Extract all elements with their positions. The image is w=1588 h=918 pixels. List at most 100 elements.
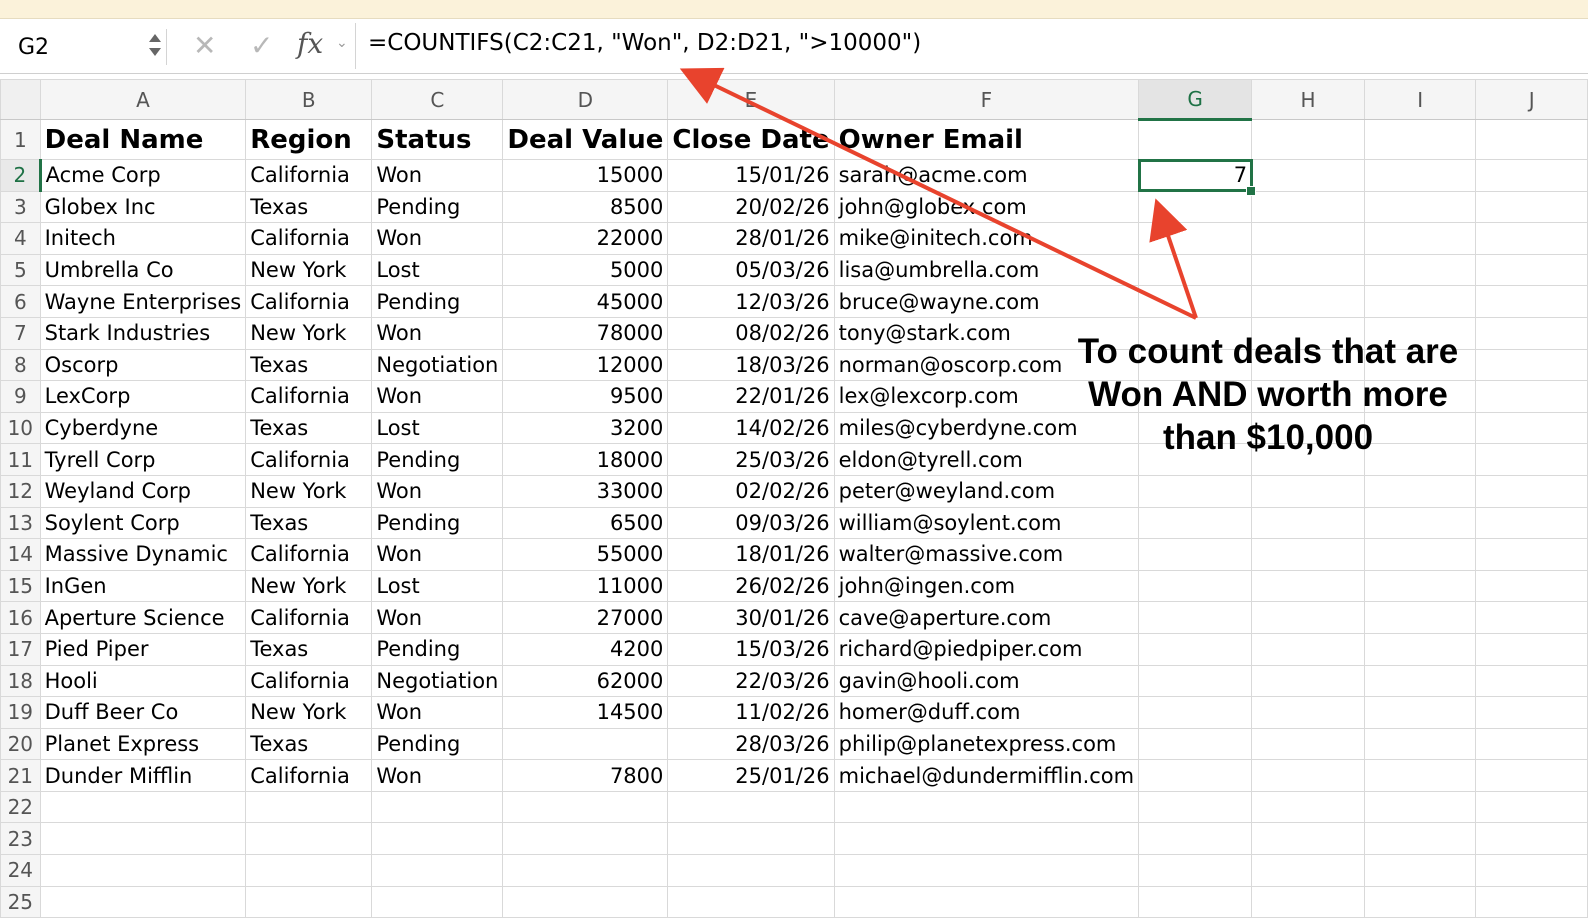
cell-close-date[interactable]: 26/02/26	[667, 569, 835, 603]
cell-deal-name[interactable]: Massive Dynamic	[39, 538, 247, 571]
cell-deal-value[interactable]: 5000	[502, 253, 669, 287]
cell-owner-email[interactable]: lisa@umbrella.com	[833, 253, 1140, 287]
cell-deal-name[interactable]: Planet Express	[39, 727, 247, 761]
cell-region[interactable]: California	[245, 159, 373, 192]
cell[interactable]	[1363, 727, 1477, 761]
column-header-c[interactable]: C	[371, 79, 504, 120]
cell-deal-value[interactable]: 12000	[502, 348, 669, 382]
row-header[interactable]: 1	[0, 119, 41, 160]
cell-deal-value[interactable]: 6500	[502, 506, 669, 540]
cell[interactable]	[1363, 190, 1477, 224]
cell-owner-email[interactable]: mike@initech.com	[833, 222, 1140, 255]
cell[interactable]	[1251, 790, 1365, 824]
cell-status[interactable]: Lost	[371, 253, 504, 287]
cell-status[interactable]: Won	[371, 380, 504, 413]
cell[interactable]	[1251, 854, 1365, 887]
cell[interactable]	[1138, 854, 1253, 887]
cell-owner-email[interactable]: michael@dundermifflin.com	[833, 759, 1140, 792]
cell[interactable]	[1363, 285, 1477, 318]
name-box[interactable]: G2	[0, 29, 167, 65]
cell[interactable]	[1475, 380, 1588, 413]
cell-close-date[interactable]: 15/03/26	[667, 632, 835, 666]
cell[interactable]	[1363, 854, 1477, 887]
cell[interactable]	[833, 822, 1140, 856]
cell-region[interactable]: California	[245, 443, 373, 476]
cell[interactable]	[1138, 569, 1253, 603]
cell[interactable]	[1475, 822, 1588, 856]
cell-status[interactable]: Lost	[371, 569, 504, 603]
cell-region[interactable]: Texas	[245, 348, 373, 382]
cell[interactable]	[245, 790, 373, 824]
row-header[interactable]: 19	[0, 696, 41, 729]
cell[interactable]	[1138, 253, 1253, 287]
formula-input[interactable]: =COUNTIFS(C2:C21, "Won", D2:D21, ">10000…	[368, 30, 921, 56]
cell-deal-value[interactable]	[502, 727, 669, 761]
cell[interactable]	[1138, 759, 1253, 792]
cell[interactable]	[1138, 885, 1253, 918]
cell[interactable]	[1475, 885, 1588, 918]
cell-close-date[interactable]: 28/03/26	[667, 727, 835, 761]
cell[interactable]	[1475, 538, 1588, 571]
row-header[interactable]: 2	[0, 159, 42, 192]
cell-status[interactable]: Won	[371, 316, 504, 350]
cell-region[interactable]: California	[245, 538, 373, 571]
cell-deal-name[interactable]: Duff Beer Co	[39, 696, 247, 729]
cell[interactable]	[1475, 569, 1588, 603]
row-header[interactable]: 12	[0, 474, 41, 508]
row-header[interactable]: 6	[0, 285, 41, 318]
cell-owner-email[interactable]: bruce@wayne.com	[833, 285, 1140, 318]
column-header-f[interactable]: F	[833, 79, 1140, 120]
cell[interactable]	[39, 854, 247, 887]
column-header-i[interactable]: I	[1363, 79, 1477, 120]
row-header[interactable]: 16	[0, 601, 41, 634]
cell[interactable]	[245, 822, 373, 856]
column-header-e[interactable]: E	[667, 79, 835, 120]
cell-close-date[interactable]: 22/01/26	[667, 380, 835, 413]
cell[interactable]	[245, 885, 373, 918]
cell[interactable]	[1475, 190, 1588, 224]
cancel-formula-icon[interactable]: ✕	[193, 29, 216, 62]
header-status[interactable]: Status	[371, 119, 504, 160]
cell-status[interactable]: Lost	[371, 411, 504, 445]
cell[interactable]	[1138, 790, 1253, 824]
row-header[interactable]: 15	[0, 569, 41, 603]
cell[interactable]	[1363, 222, 1477, 255]
cell[interactable]	[1138, 119, 1253, 160]
column-header-h[interactable]: H	[1251, 79, 1365, 120]
row-header[interactable]: 18	[0, 664, 41, 698]
cell[interactable]	[1251, 759, 1365, 792]
column-header-j[interactable]: J	[1475, 79, 1588, 120]
cell[interactable]	[1251, 538, 1365, 571]
cell-close-date[interactable]: 25/03/26	[667, 443, 835, 476]
cell-deal-name[interactable]: Weyland Corp	[39, 474, 247, 508]
name-box-spinner-icon[interactable]	[148, 32, 162, 64]
cell[interactable]	[1475, 316, 1588, 350]
cell-deal-value[interactable]: 4200	[502, 632, 669, 666]
cell[interactable]	[1251, 601, 1365, 634]
cell[interactable]	[1363, 632, 1477, 666]
cell[interactable]	[833, 790, 1140, 824]
cell-status[interactable]: Won	[371, 759, 504, 792]
cell-deal-name[interactable]: LexCorp	[39, 380, 247, 413]
cell[interactable]	[1363, 790, 1477, 824]
cell[interactable]	[1363, 538, 1477, 571]
cell[interactable]	[1251, 506, 1365, 540]
chevron-down-icon[interactable]: ⌄	[336, 35, 348, 51]
row-header[interactable]: 9	[0, 380, 41, 413]
cell-status[interactable]: Pending	[371, 727, 504, 761]
cell-deal-value[interactable]: 8500	[502, 190, 669, 224]
cell-deal-value[interactable]: 7800	[502, 759, 669, 792]
cell[interactable]	[502, 790, 669, 824]
cell[interactable]	[371, 854, 504, 887]
cell-owner-email[interactable]: cave@aperture.com	[833, 601, 1140, 634]
cell[interactable]	[1138, 538, 1253, 571]
cell[interactable]	[1475, 727, 1588, 761]
cell[interactable]	[1138, 632, 1253, 666]
cell-deal-name[interactable]: Acme Corp	[39, 159, 247, 192]
cell-deal-name[interactable]: Cyberdyne	[39, 411, 247, 445]
cell[interactable]	[502, 885, 669, 918]
cell-deal-name[interactable]: Globex Inc	[39, 190, 247, 224]
cell-owner-email[interactable]: gavin@hooli.com	[833, 664, 1140, 698]
cell-status[interactable]: Pending	[371, 506, 504, 540]
cell[interactable]	[1475, 601, 1588, 634]
